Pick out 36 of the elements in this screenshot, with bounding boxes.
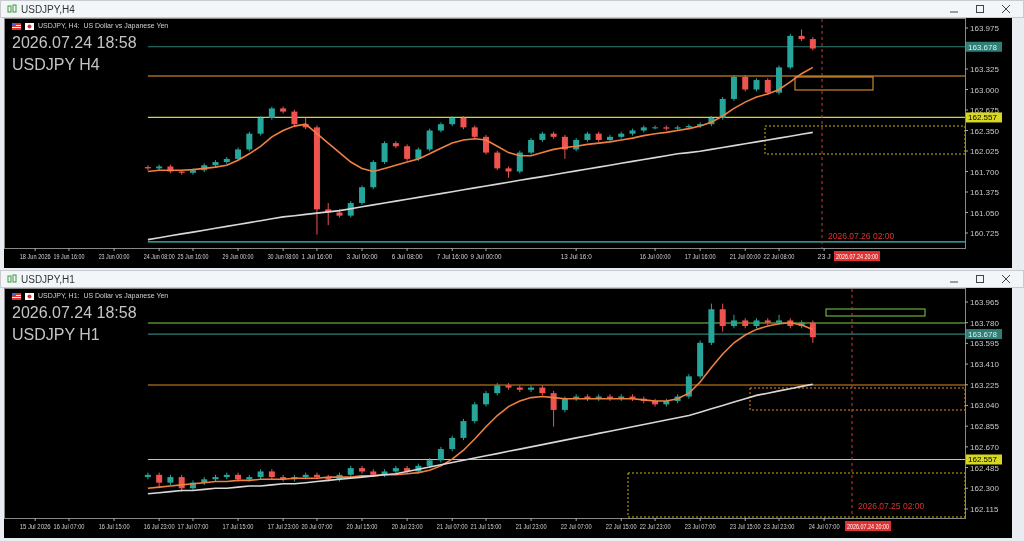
marker-label: 2026.07.26 02:00 [828, 231, 895, 241]
price-label: 161.700 [970, 167, 999, 177]
ref-line-label: 162.557 [968, 455, 998, 465]
price-label: 163.000 [970, 85, 999, 95]
price-label: 163.595 [970, 339, 999, 349]
price-label: 163.040 [970, 401, 999, 411]
marker-label: 2026.07.25 02:00 [858, 501, 925, 511]
price-tag: 162.557 [966, 454, 1002, 465]
price-label: 162.855 [970, 422, 999, 432]
window-title: USDJPY,H4 [21, 2, 75, 17]
price-label: 163.225 [970, 380, 999, 390]
price-label: 162.485 [970, 463, 999, 473]
overlay-text: 2026.07.24 18:58 [12, 302, 138, 323]
price-tag: 163.678 [966, 41, 1002, 52]
price-label: 162.025 [970, 147, 999, 156]
price-label: 163.975 [970, 24, 999, 33]
price-tag: 162.557 [966, 112, 1002, 123]
price-label: 163.780 [970, 318, 999, 328]
overlay-text: USDJPY H1 [12, 324, 101, 345]
ref-line-label: 162.557 [968, 113, 998, 123]
price-label: 162.300 [970, 484, 999, 494]
overlay-text: 2026.07.24 18:58 [12, 32, 138, 53]
price-label: 161.375 [970, 188, 999, 197]
price-label: 162.670 [970, 442, 999, 452]
ref-line-label: 163.678 [968, 330, 998, 340]
ref-line-label: 163.678 [968, 42, 998, 52]
price-tag: 163.678 [966, 329, 1002, 340]
price-label: 163.325 [970, 65, 999, 74]
price-label: 162.115 [970, 504, 999, 514]
price-label: 163.965 [970, 298, 999, 307]
price-label: 163.410 [970, 360, 999, 370]
price-label: 161.050 [970, 208, 999, 218]
price-label: 162.350 [970, 126, 999, 136]
overlay-text: USDJPY H4 [12, 54, 101, 75]
price-label: 160.725 [970, 229, 999, 238]
window-title: USDJPY,H1 [21, 272, 75, 287]
